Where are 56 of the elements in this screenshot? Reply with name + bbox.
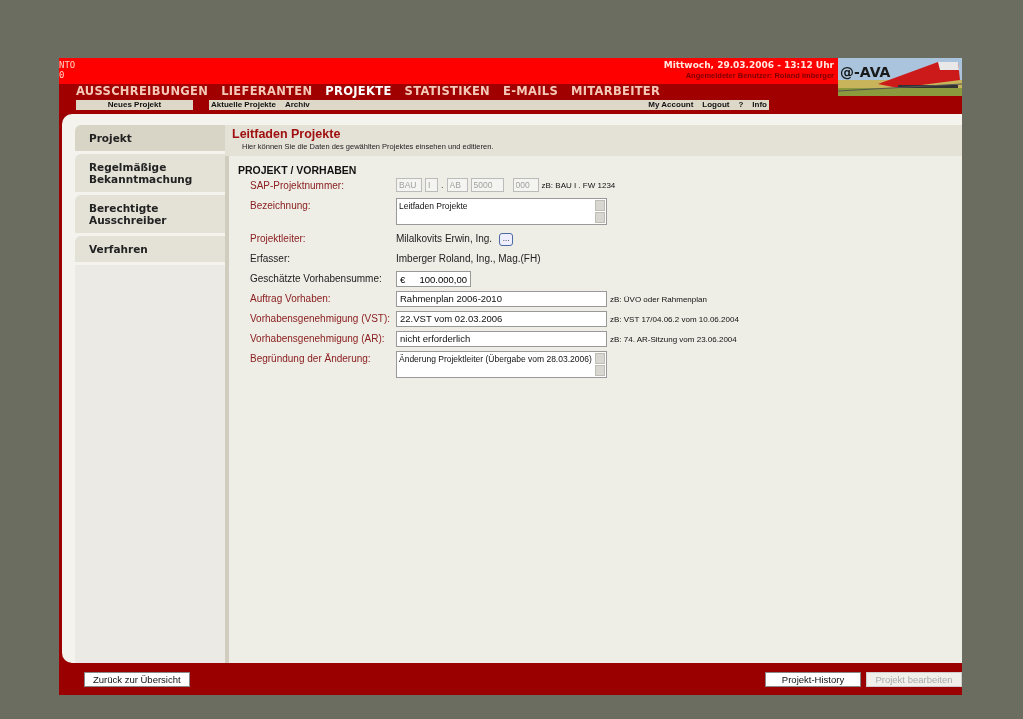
- sidebar-tab[interactable]: Verfahren: [75, 236, 225, 262]
- field-value: Milalkovits Erwin, Ing.: [396, 232, 493, 246]
- subnav-link[interactable]: ?: [738, 100, 744, 110]
- input-field[interactable]: Rahmenplan 2006-2010: [396, 291, 607, 307]
- action-button[interactable]: Projekt-History: [765, 671, 861, 687]
- section-heading: PROJEKT / VORHABEN: [238, 164, 357, 176]
- subnav-link[interactable]: Archiv: [284, 100, 310, 110]
- input-field[interactable]: AB: [446, 178, 468, 192]
- field-label: Erfasser:: [249, 252, 291, 266]
- logo-text: @-AVA: [840, 64, 891, 80]
- field-hint: zB: 74. AR-Sitzung vom 23.06.2004: [610, 334, 737, 344]
- field-hint: zB: ÜVO oder Rahmenplan: [610, 294, 707, 304]
- text-area[interactable]: Änderung Projektleiter (Übergabe vom 28.03.2006): [396, 351, 607, 378]
- date-time: Mittwoch, 29.03.2006 - 13:12 Uhr: [663, 60, 834, 71]
- sidebar-tab[interactable]: Projekt: [75, 125, 225, 151]
- page-title: Leitfaden Projekte: [232, 127, 341, 142]
- header-text: NTO: [59, 60, 76, 70]
- field-label: Geschätzte Vorhabensumme:: [249, 272, 383, 286]
- subnav-link[interactable]: Logout: [702, 100, 730, 110]
- picker-button[interactable]: ...: [499, 232, 514, 246]
- header-text: 0: [59, 70, 65, 80]
- input-field[interactable]: nicht erforderlich: [396, 331, 607, 347]
- scrollbar[interactable]: [594, 352, 606, 377]
- text-area[interactable]: Leitfaden Projekte: [396, 198, 607, 225]
- nav-link[interactable]: LIEFERANTEN: [221, 84, 313, 98]
- subnav-link[interactable]: My Account: [648, 100, 694, 110]
- nav-link[interactable]: PROJEKTE: [325, 84, 392, 98]
- input-field[interactable]: BAU: [396, 178, 422, 192]
- input-field[interactable]: 5000: [470, 178, 504, 192]
- field-label: Projektleiter:: [249, 232, 307, 246]
- field-label: Bezeichnung:: [249, 199, 312, 213]
- field-label: Vorhabensgenehmigung (AR):: [249, 332, 386, 346]
- nav-link[interactable]: E-MAILS: [503, 84, 558, 98]
- field-hint: zB: VST 17/04.06.2 vom 10.06.2004: [610, 314, 739, 324]
- field-hint: zB: BAU I . FW 1234: [541, 180, 616, 190]
- input-field[interactable]: 000: [512, 178, 539, 192]
- field-label: Begründung der Änderung:: [249, 352, 372, 366]
- sidebar-tab[interactable]: Berechtigte Ausschreiber: [75, 195, 225, 233]
- sidebar-tab[interactable]: Regelmäßige Bekanntmachung: [75, 154, 225, 192]
- subnav-link[interactable]: Info: [752, 100, 767, 110]
- amount-field[interactable]: € 100.000,00: [396, 271, 471, 287]
- scrollbar[interactable]: [594, 199, 606, 224]
- field-value: Imberger Roland, Ing., Mag.(FH): [396, 252, 541, 266]
- separator-text: .: [441, 180, 444, 190]
- nav-link[interactable]: AUSSCHREIBUNGEN: [76, 84, 209, 98]
- field-label: SAP-Projektnummer:: [249, 179, 345, 193]
- text-area-value: Änderung Projektleiter (Übergabe vom 28.03.2006): [398, 353, 593, 366]
- subnav-link[interactable]: Aktuelle Projekte: [211, 100, 276, 110]
- text-area-value: Leitfaden Projekte: [398, 200, 469, 213]
- new-project-link[interactable]: Neues Projekt: [107, 100, 162, 110]
- field-label: Vorhabensgenehmigung (VST):: [249, 312, 392, 326]
- back-button[interactable]: Zurück zur Übersicht: [84, 671, 190, 687]
- nav-link[interactable]: MITARBEITER: [571, 84, 661, 98]
- input-field[interactable]: 22.VST vom 02.03.2006: [396, 311, 607, 327]
- nav-link[interactable]: STATISTIKEN: [404, 84, 490, 98]
- field-label: Auftrag Vorhaben:: [249, 292, 332, 306]
